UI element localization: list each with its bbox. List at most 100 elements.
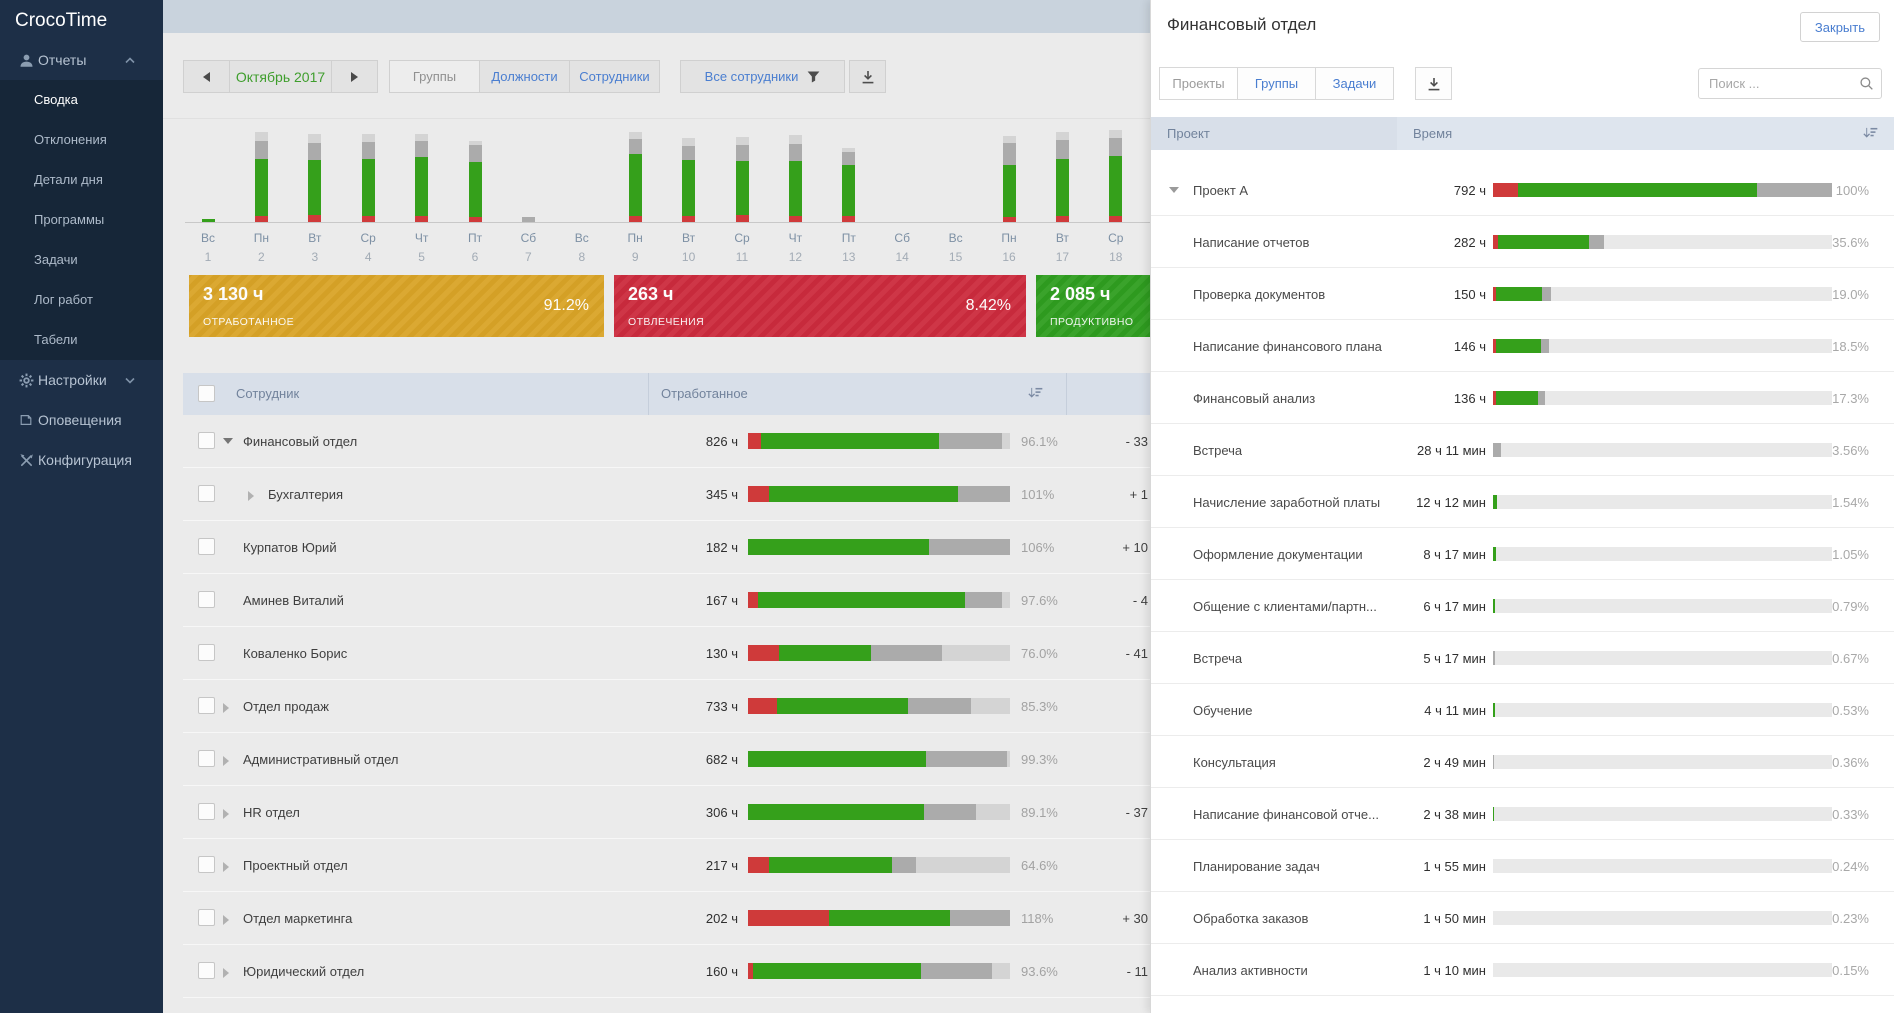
column-header-worked[interactable]: Отработанное: [661, 386, 748, 401]
row-checkbox[interactable]: [198, 750, 215, 767]
project-bar: [1493, 599, 1832, 613]
project-percent: 35.6%: [1832, 235, 1869, 250]
sidebar-item-0-4[interactable]: Задачи: [0, 240, 163, 280]
panel-tab-1[interactable]: Группы: [1237, 67, 1316, 100]
sidebar-item-0-6[interactable]: Табели: [0, 320, 163, 360]
weekday-label: Ср: [1108, 231, 1124, 245]
project-row[interactable]: Написание отчетов 282 ч 35.6%: [1151, 216, 1894, 268]
chart-segment-gray: [308, 143, 322, 160]
kpi-distractions-card[interactable]: 263 ч ОТВЛЕЧЕНИЯ 8.42%: [614, 275, 1026, 337]
project-time: 12 ч 12 мин: [1416, 495, 1486, 510]
employee-filter-button[interactable]: Все сотрудники: [680, 60, 845, 93]
panel-title: Финансовый отдел: [1167, 15, 1317, 34]
row-checkbox[interactable]: [198, 538, 215, 555]
sidebar-item-0-3[interactable]: Программы: [0, 200, 163, 240]
bar-segment-gray: [1542, 287, 1551, 301]
kpi-worked-card[interactable]: 3 130 ч ОТРАБОТАННОЕ 91.2%: [189, 275, 604, 337]
column-header-time[interactable]: Время: [1413, 126, 1452, 141]
project-row[interactable]: Оформление документации 8 ч 17 мин 1.05%: [1151, 528, 1894, 580]
weekday-label: Сб: [894, 231, 910, 245]
project-row[interactable]: Консультация 2 ч 49 мин 0.36%: [1151, 736, 1894, 788]
sidebar-item-0-0[interactable]: Сводка: [0, 80, 163, 120]
project-row[interactable]: Проверка документов 150 ч 19.0%: [1151, 268, 1894, 320]
bar-segment-green: [748, 751, 927, 767]
project-row[interactable]: Проект А 792 ч 100%: [1151, 164, 1894, 216]
view-tab-2[interactable]: Сотрудники: [569, 60, 660, 93]
project-row[interactable]: Общение с клиентами/партн... 6 ч 17 мин 0.…: [1151, 580, 1894, 632]
sidebar-item-0-2[interactable]: Детали дня: [0, 160, 163, 200]
project-row[interactable]: Финансовый анализ 136 ч 17.3%: [1151, 372, 1894, 424]
expand-arrow-icon[interactable]: [223, 703, 229, 713]
view-tab-0[interactable]: Группы: [389, 60, 480, 93]
chart-segment-lightgray: [415, 134, 429, 141]
project-row[interactable]: Написание финансового плана 146 ч 18.5%: [1151, 320, 1894, 372]
row-checkbox[interactable]: [198, 432, 215, 449]
employee-name: Аминев Виталий: [243, 593, 344, 608]
sidebar-section-0[interactable]: Отчеты: [0, 40, 163, 80]
kpi-percent: 91.2%: [543, 297, 589, 314]
panel-tab-0[interactable]: Проекты: [1159, 67, 1238, 100]
column-header-employee[interactable]: Сотрудник: [236, 386, 299, 401]
project-row[interactable]: Подготовка отчетов46 мин0.10%: [1151, 996, 1894, 1013]
row-checkbox[interactable]: [198, 644, 215, 661]
project-row[interactable]: Написание финансовой отче... 2 ч 38 мин 0.…: [1151, 788, 1894, 840]
project-row[interactable]: Анализ активности 1 ч 10 мин 0.15%: [1151, 944, 1894, 996]
chart-day-label: Вс 1: [186, 231, 230, 264]
chart-segment-lightgray: [308, 134, 322, 143]
row-checkbox[interactable]: [198, 591, 215, 608]
sidebar-section-1[interactable]: Настройки: [0, 360, 163, 400]
expand-arrow-icon[interactable]: [223, 862, 229, 872]
sidebar-section-2[interactable]: Оповещения: [0, 400, 163, 440]
chart-day-label: Сб 14: [880, 231, 924, 264]
row-checkbox[interactable]: [198, 803, 215, 820]
sort-descending-icon[interactable]: [1863, 127, 1878, 139]
export-button[interactable]: [849, 60, 886, 93]
panel-export-button[interactable]: [1415, 67, 1452, 100]
sidebar-item-0-1[interactable]: Отклонения: [0, 120, 163, 160]
project-bar: [1493, 495, 1832, 509]
chart-segment-red: [361, 216, 375, 222]
view-tab-1[interactable]: Должности: [479, 60, 570, 93]
chart-segment-lightgray: [1002, 136, 1016, 143]
project-row[interactable]: Планирование задач 1 ч 55 мин 0.24%: [1151, 840, 1894, 892]
collapse-arrow-icon[interactable]: [1169, 187, 1179, 193]
column-header-project[interactable]: Проект: [1167, 126, 1210, 141]
expand-arrow-icon[interactable]: [223, 968, 229, 978]
row-checkbox[interactable]: [198, 962, 215, 979]
project-row[interactable]: Встреча 28 ч 11 мин 3.56%: [1151, 424, 1894, 476]
prev-period-button[interactable]: [183, 60, 230, 93]
sidebar-section-3[interactable]: Конфигурация: [0, 440, 163, 480]
row-checkbox[interactable]: [198, 697, 215, 714]
select-all-checkbox[interactable]: [198, 385, 215, 402]
project-row[interactable]: Начисление заработной платы 12 ч 12 мин 1.…: [1151, 476, 1894, 528]
worked-bar: [748, 486, 1010, 502]
collapse-arrow-icon[interactable]: [223, 438, 233, 444]
sidebar-item-0-5[interactable]: Лог работ: [0, 280, 163, 320]
project-row[interactable]: Обработка заказов 1 ч 50 мин 0.23%: [1151, 892, 1894, 944]
row-checkbox[interactable]: [198, 485, 215, 502]
chart-segment-green: [628, 154, 642, 216]
project-name: Оформление документации: [1193, 547, 1363, 562]
chart-day-label: Вт 3: [293, 231, 337, 264]
row-checkbox[interactable]: [198, 856, 215, 873]
period-button[interactable]: Октябрь 2017: [229, 60, 332, 93]
expand-arrow-icon[interactable]: [223, 915, 229, 925]
day-number-label: 15: [948, 250, 963, 264]
expand-arrow-icon[interactable]: [223, 756, 229, 766]
next-period-button[interactable]: [331, 60, 378, 93]
bar-segment-green: [1496, 391, 1539, 405]
project-row[interactable]: Обучение 4 ч 11 мин 0.53%: [1151, 684, 1894, 736]
weekday-label: Вт: [1055, 231, 1069, 245]
chart-segment-green: [788, 161, 802, 216]
sort-descending-icon[interactable]: [1028, 387, 1043, 399]
panel-tab-2[interactable]: Задачи: [1315, 67, 1394, 100]
search-input[interactable]: [1698, 68, 1882, 99]
row-checkbox[interactable]: [198, 909, 215, 926]
project-row[interactable]: Встреча 5 ч 17 мин 0.67%: [1151, 632, 1894, 684]
close-button[interactable]: Закрыть: [1799, 12, 1880, 42]
chart-segment-gray: [254, 141, 268, 159]
chart-bar-day-1: [201, 219, 215, 222]
project-time: 1 ч 55 мин: [1423, 859, 1486, 874]
expand-arrow-icon[interactable]: [223, 809, 229, 819]
expand-arrow-icon[interactable]: [248, 491, 254, 501]
